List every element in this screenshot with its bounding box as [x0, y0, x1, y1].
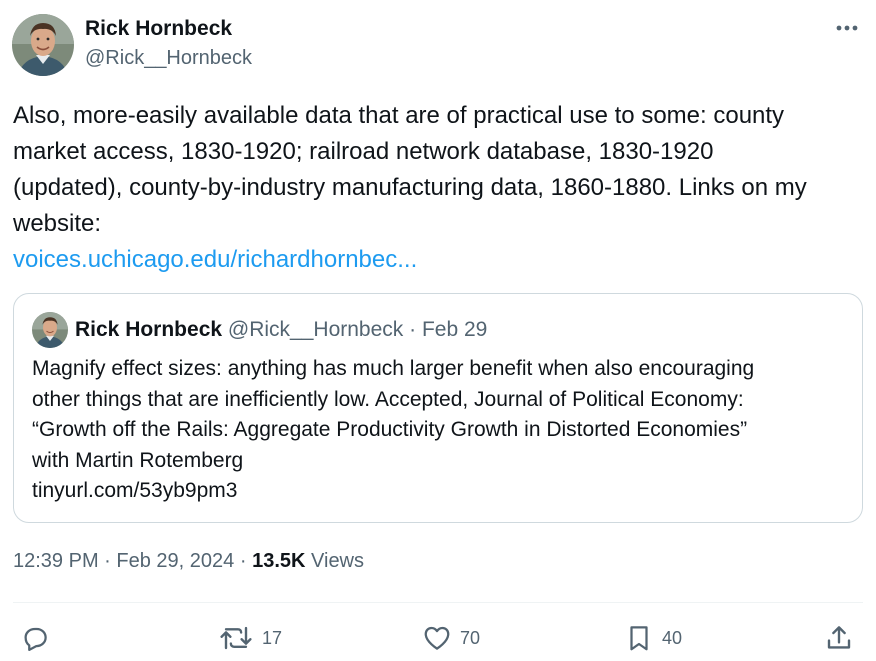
website-link[interactable]: voices.uchicago.edu/richardhornbec... [13, 242, 868, 278]
ellipsis-icon [836, 25, 858, 31]
quote-text-line: “Growth off the Rails: Aggregate Product… [32, 418, 748, 441]
heart-icon [424, 626, 450, 650]
author-handle[interactable]: @Rick__Hornbeck [85, 47, 252, 70]
tweet-text-line: Also, more-easily available data that ar… [13, 102, 785, 129]
tweet-text: Also, more-easily available data that ar… [13, 98, 868, 278]
author-name[interactable]: Rick Hornbeck [85, 17, 232, 41]
quote-author-name: Rick Hornbeck [75, 318, 223, 341]
quote-author-handle: @Rick__Hornbeck [227, 318, 404, 341]
retweet-count: 17 [262, 627, 283, 648]
like-count: 70 [460, 627, 481, 648]
tweet-text-line: website: [13, 210, 102, 237]
like-button[interactable]: 70 [422, 622, 480, 654]
avatar-photo [32, 312, 68, 348]
quote-link: tinyurl.com/53yb9pm3 [32, 479, 238, 502]
bookmark-icon [630, 626, 648, 651]
quote-date: Feb 29 [421, 318, 488, 341]
reply-button[interactable] [20, 622, 50, 654]
reply-icon [24, 627, 47, 651]
quote-text-line: other things that are inefficiently low.… [32, 387, 744, 411]
tweet-meta: 12:39 PM · Feb 29, 2024 · 13.5K Views [13, 550, 364, 573]
retweet-button[interactable]: 17 [218, 622, 282, 654]
quote-text-line: Magnify effect sizes: anything has much … [32, 357, 755, 380]
views-count: 13.5K [252, 550, 306, 572]
quote-text-line: with Martin Rotemberg [32, 448, 244, 472]
more-options-button[interactable] [830, 14, 864, 42]
share-icon [827, 626, 851, 649]
author-avatar[interactable] [12, 14, 74, 76]
retweet-icon [220, 626, 252, 650]
bookmark-button[interactable]: 40 [624, 622, 682, 654]
bookmark-count: 40 [662, 627, 683, 648]
quote-separator: · [409, 318, 417, 341]
meta-separator: · [239, 550, 247, 572]
quote-avatar [32, 312, 68, 348]
divider [13, 602, 863, 603]
tweet-text-line: (updated), county-by-industry manufactur… [13, 174, 807, 201]
views-label: Views [311, 550, 365, 572]
tweet-time[interactable]: 12:39 PM [13, 550, 99, 572]
quote-header: Rick Hornbeck @Rick__Hornbeck · Feb 29 [75, 318, 487, 342]
quote-text: Magnify effect sizes: anything has much … [32, 354, 852, 507]
share-button[interactable] [824, 622, 854, 654]
tweet-date[interactable]: Feb 29, 2024 [116, 550, 234, 572]
tweet-text-line: market access, 1830-1920; railroad netwo… [13, 138, 714, 165]
meta-separator: · [104, 550, 111, 572]
quoted-tweet[interactable]: Rick Hornbeck @Rick__Hornbeck · Feb 29 M… [13, 293, 863, 523]
avatar-photo [12, 14, 74, 76]
